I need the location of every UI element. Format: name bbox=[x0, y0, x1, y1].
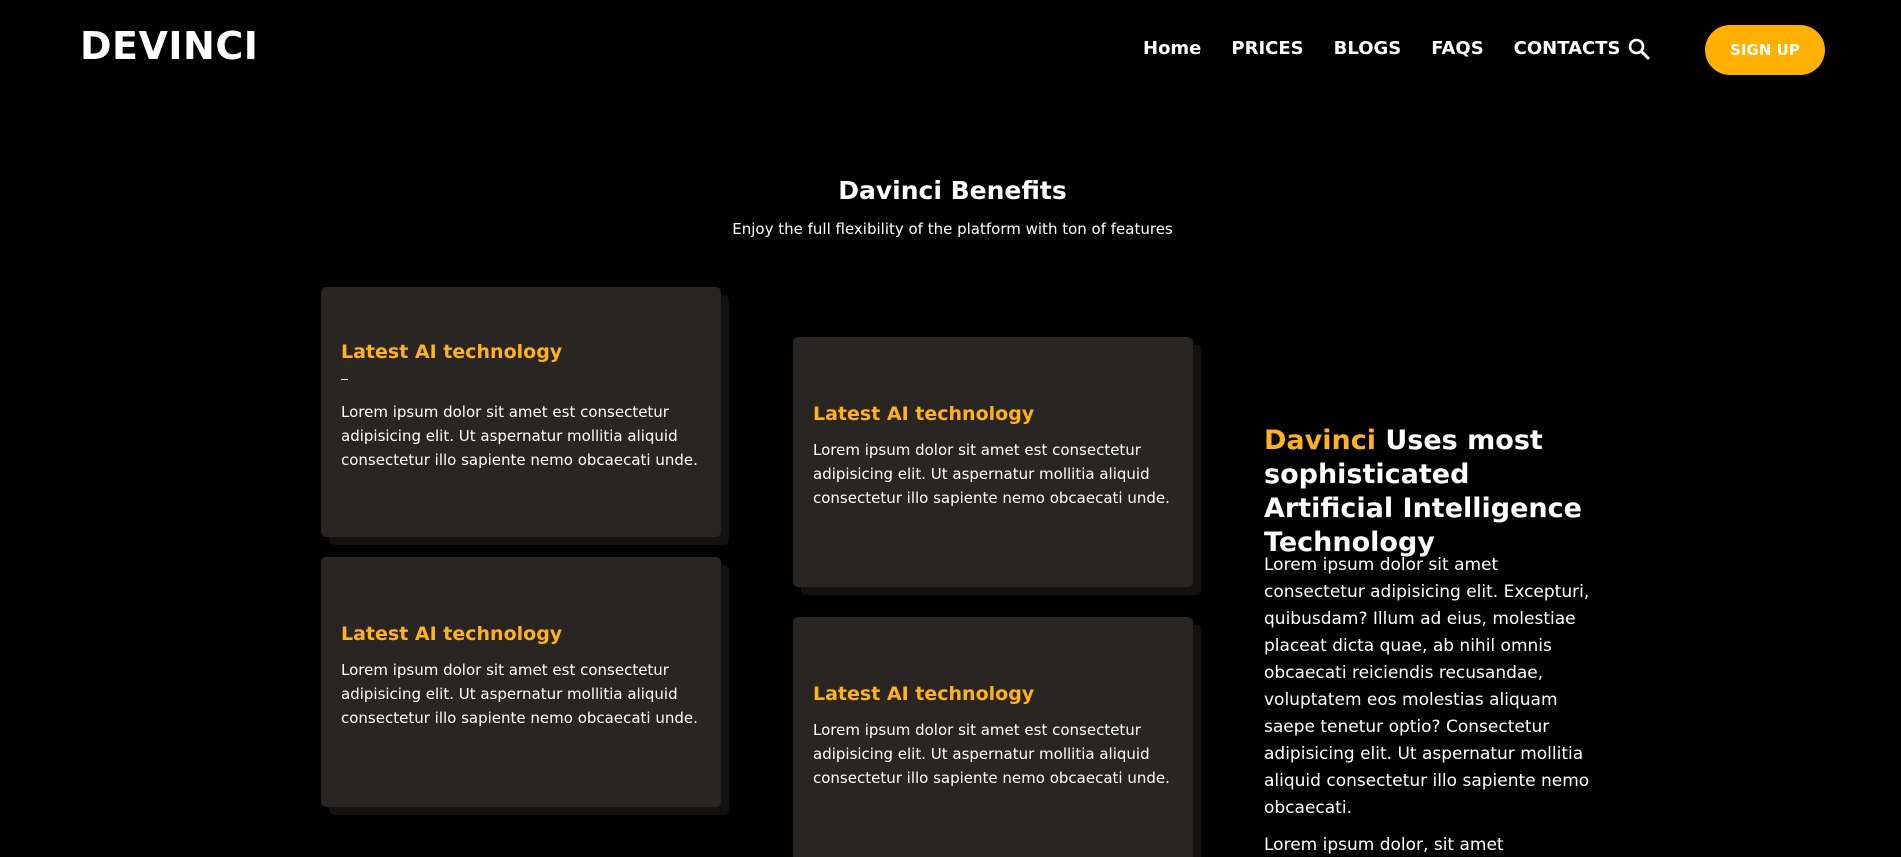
benefit-card: Latest AI technology Lorem ipsum dolor s… bbox=[321, 557, 721, 807]
sign-up-button[interactable]: SIGN UP bbox=[1705, 25, 1825, 75]
card-divider bbox=[341, 379, 348, 380]
feature-paragraph: Lorem ipsum dolor sit amet consectetur a… bbox=[1264, 555, 1590, 818]
nav-home[interactable]: Home bbox=[1143, 38, 1201, 59]
benefit-card: Latest AI technology Lorem ipsum dolor s… bbox=[321, 287, 721, 537]
card-title: Latest AI technology bbox=[341, 623, 563, 645]
nav-prices[interactable]: PRICES bbox=[1231, 38, 1303, 59]
card-title: Latest AI technology bbox=[341, 341, 563, 363]
feature-heading: Davinci Uses most sophisticated Artifici… bbox=[1264, 424, 1604, 560]
site-header: DEVINCI Home PRICES BLOGS FAQS CONTACTS … bbox=[0, 0, 1901, 100]
feature-paragraph-2: Lorem ipsum dolor, sit amet bbox=[1264, 835, 1504, 855]
card-text: Lorem ipsum dolor sit amet est consectet… bbox=[813, 721, 1170, 787]
search-icon[interactable] bbox=[1627, 37, 1651, 61]
card-text: Lorem ipsum dolor sit amet est consectet… bbox=[813, 441, 1170, 507]
benefit-card: Latest AI technology Lorem ipsum dolor s… bbox=[793, 337, 1193, 587]
card-title: Latest AI technology bbox=[813, 683, 1035, 705]
benefit-card: Latest AI technology Lorem ipsum dolor s… bbox=[793, 617, 1193, 857]
card-text: Lorem ipsum dolor sit amet est consectet… bbox=[341, 403, 698, 469]
page: DEVINCI Home PRICES BLOGS FAQS CONTACTS … bbox=[0, 0, 1901, 857]
card-title: Latest AI technology bbox=[813, 403, 1035, 425]
main-nav: Home PRICES BLOGS FAQS CONTACTS bbox=[1143, 38, 1651, 59]
logo[interactable]: DEVINCI bbox=[80, 24, 258, 68]
nav-faqs[interactable]: FAQS bbox=[1431, 38, 1483, 59]
card-text: Lorem ipsum dolor sit amet est consectet… bbox=[341, 661, 698, 727]
section-subtitle: Enjoy the full flexibility of the platfo… bbox=[732, 220, 1173, 238]
nav-blogs[interactable]: BLOGS bbox=[1334, 38, 1402, 59]
nav-contacts[interactable]: CONTACTS bbox=[1514, 38, 1621, 59]
feature-heading-brand: Davinci bbox=[1264, 425, 1376, 456]
section-title: Davinci Benefits bbox=[838, 176, 1067, 205]
